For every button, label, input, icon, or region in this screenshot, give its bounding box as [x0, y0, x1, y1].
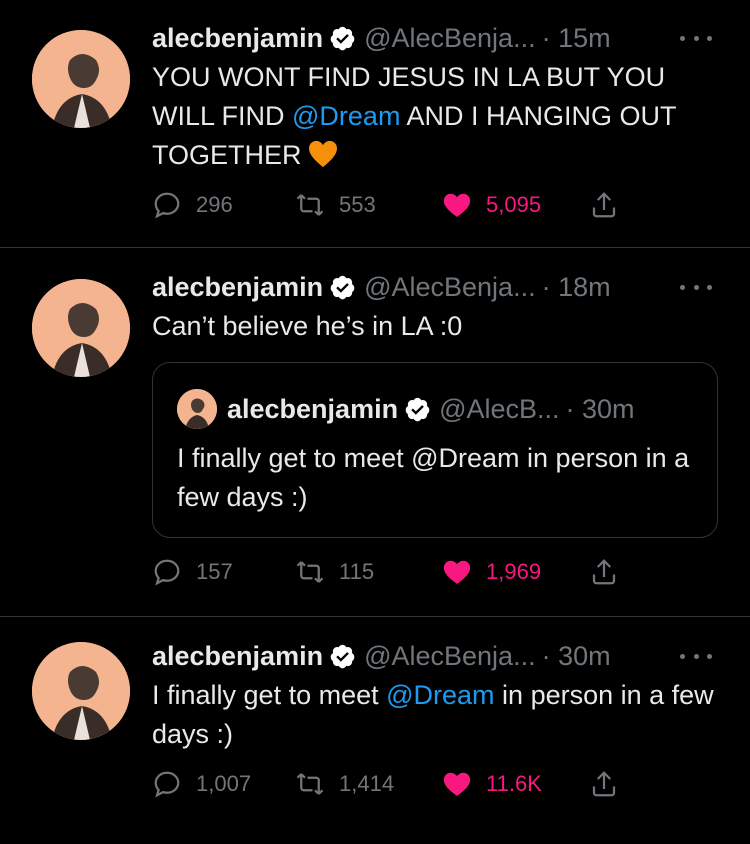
timestamp: · 18m — [541, 271, 611, 302]
tweet-text: Can’t believe he’s in LA :0 — [152, 311, 463, 341]
tweet-text: I finally get to meet @Dream in person i… — [152, 676, 732, 754]
reply-icon — [154, 559, 180, 586]
tweet[interactable]: alecbenjamin @AlecBenja... · 15m YOU WON… — [0, 0, 750, 248]
tweet-header: alecbenjamin @AlecBenja... · 18m — [152, 269, 611, 305]
share-button[interactable] — [589, 767, 633, 801]
quoted-username[interactable]: alecbenjamin — [227, 394, 398, 425]
retweet-count: 1,414 — [339, 771, 395, 796]
heart-filled-icon — [443, 560, 471, 584]
like-button[interactable]: 11.6K — [442, 767, 542, 801]
like-button[interactable]: 5,095 — [442, 188, 541, 222]
avatar[interactable] — [32, 30, 130, 128]
verified-badge-icon — [405, 397, 430, 421]
retweet-icon — [296, 561, 324, 583]
timestamp: · 15m — [541, 22, 611, 53]
avatar[interactable] — [32, 279, 130, 377]
retweet-button[interactable]: 115 — [295, 555, 374, 589]
mention-link[interactable]: @Dream — [292, 101, 400, 131]
reply-icon — [154, 192, 180, 219]
tweet[interactable]: alecbenjamin @AlecBenja... · 30m I final… — [0, 617, 750, 844]
user-handle: @AlecBenja... — [364, 271, 536, 302]
retweet-button[interactable]: 1,414 — [295, 767, 394, 801]
quoted-tweet[interactable]: alecbenjamin @AlecB... · 30m I finally g… — [152, 362, 718, 538]
verified-badge-icon — [330, 275, 355, 299]
timestamp: · 30m — [541, 640, 611, 671]
username[interactable]: alecbenjamin — [152, 641, 323, 672]
quoted-tweet-text: I finally get to meet @Dream in person i… — [177, 443, 690, 512]
like-count: 5,095 — [486, 192, 542, 217]
tweet-text-part: I finally get to meet — [152, 680, 387, 710]
heart-filled-icon — [443, 772, 471, 796]
retweet-button[interactable]: 553 — [295, 188, 376, 222]
like-button[interactable]: 1,969 — [442, 555, 541, 589]
reply-button[interactable]: 1,007 — [152, 767, 251, 801]
like-count: 11.6K — [486, 771, 542, 796]
tweet-header: alecbenjamin @AlecBenja... · 30m — [152, 638, 611, 674]
quoted-timestamp: · 30m — [565, 393, 635, 424]
retweet-count: 115 — [339, 559, 375, 584]
share-icon — [592, 192, 616, 218]
reply-button[interactable]: 296 — [152, 188, 233, 222]
avatar[interactable] — [32, 642, 130, 740]
reply-count: 157 — [196, 559, 233, 584]
mention-link[interactable]: @Dream — [386, 680, 494, 710]
quoted-avatar[interactable] — [177, 389, 217, 429]
quoted-user-handle: @AlecB... — [439, 393, 560, 424]
user-handle: @AlecBenja... — [364, 640, 536, 671]
retweet-icon — [296, 194, 324, 216]
like-count: 1,969 — [486, 559, 542, 584]
reply-icon — [154, 771, 180, 798]
username[interactable]: alecbenjamin — [152, 23, 323, 54]
verified-badge-icon — [330, 26, 355, 50]
verified-badge-icon — [330, 644, 355, 668]
retweet-count: 553 — [339, 192, 376, 217]
retweet-icon — [296, 773, 324, 795]
user-handle: @AlecBenja... — [364, 22, 536, 53]
share-icon — [592, 771, 616, 797]
more-options-icon[interactable] — [676, 277, 716, 297]
reply-count: 296 — [196, 192, 233, 217]
share-icon — [592, 559, 616, 585]
reply-button[interactable]: 157 — [152, 555, 233, 589]
reply-count: 1,007 — [196, 771, 252, 796]
share-button[interactable] — [589, 555, 633, 589]
tweet-header: alecbenjamin @AlecBenja... · 15m — [152, 20, 611, 56]
orange-heart-icon — [308, 140, 337, 168]
more-options-icon[interactable] — [676, 28, 716, 48]
quoted-tweet-header: alecbenjamin @AlecB... · 30m — [227, 391, 635, 427]
tweet[interactable]: alecbenjamin @AlecBenja... · 18m Can’t b… — [0, 248, 750, 616]
username[interactable]: alecbenjamin — [152, 272, 323, 303]
share-button[interactable] — [589, 188, 633, 222]
heart-filled-icon — [443, 193, 471, 217]
tweet-text: YOU WONT FIND JESUS IN LA BUT YOU WILL F… — [152, 58, 732, 175]
more-options-icon[interactable] — [676, 646, 716, 666]
